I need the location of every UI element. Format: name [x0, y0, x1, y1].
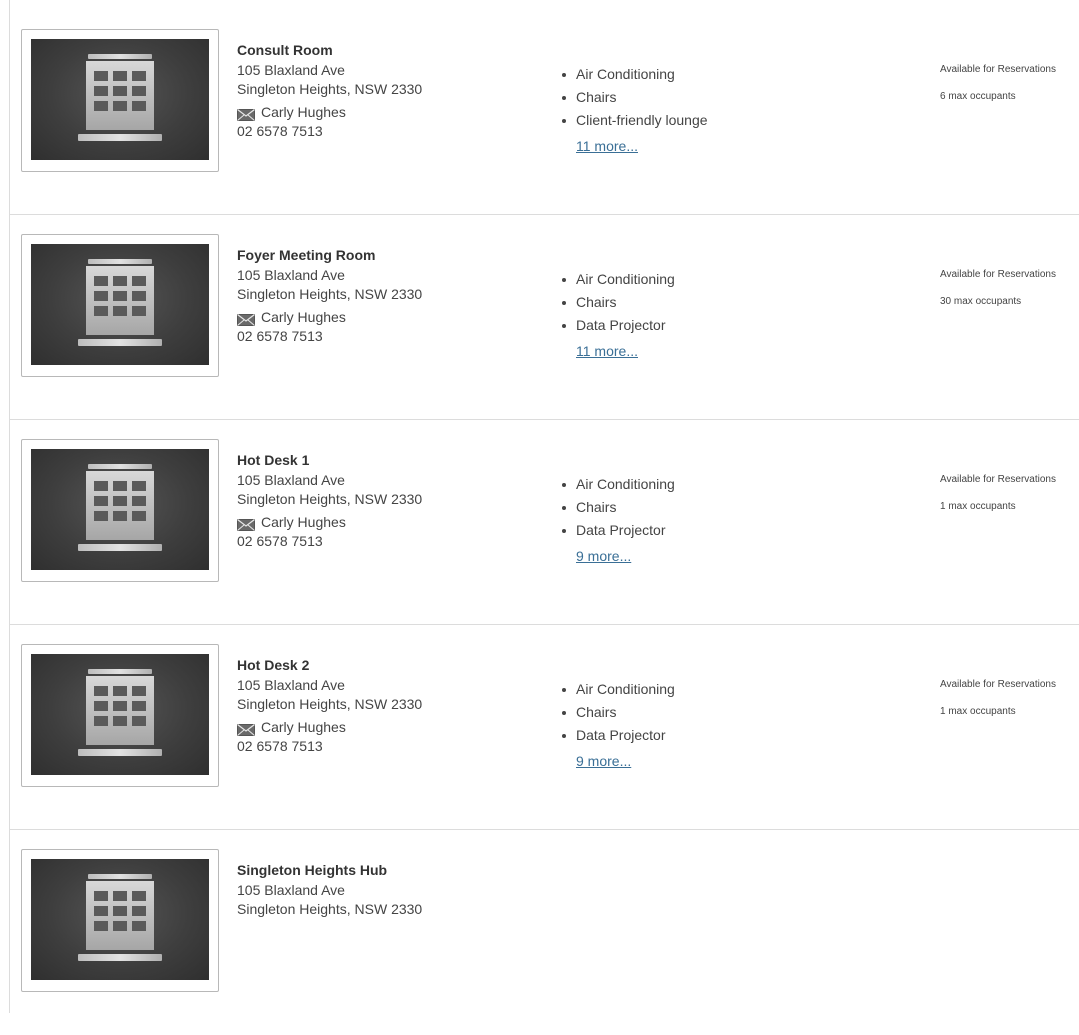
availability-info: Available for Reservations 1 max occupan… — [940, 473, 1056, 513]
contact-name[interactable]: Carly Hughes — [261, 718, 346, 737]
feature-item: Chairs — [560, 291, 675, 314]
feature-item: Data Projector — [560, 519, 675, 542]
feature-item: Chairs — [560, 496, 675, 519]
feature-item: Air Conditioning — [560, 473, 675, 496]
contact-phone: 02 6578 7513 — [237, 533, 323, 549]
features-list: Air Conditioning Chairs Client-friendly … — [560, 63, 708, 158]
features-list: Air Conditioning Chairs Data Projector 9… — [560, 473, 675, 568]
address-line-1: 105 Blaxland Ave — [237, 677, 345, 693]
room-title[interactable]: Hot Desk 1 — [237, 451, 537, 470]
max-occupants: 6 max occupants — [940, 91, 1016, 102]
room-thumbnail[interactable] — [21, 29, 219, 172]
room-thumbnail[interactable] — [21, 234, 219, 377]
address-line-2: Singleton Heights, NSW 2330 — [237, 901, 423, 917]
feature-item: Chairs — [560, 701, 675, 724]
address-line-2: Singleton Heights, NSW 2330 — [237, 81, 423, 97]
building-icon — [31, 244, 209, 365]
contact-phone: 02 6578 7513 — [237, 123, 323, 139]
room-thumbnail[interactable] — [21, 439, 219, 582]
address-line-1: 105 Blaxland Ave — [237, 472, 345, 488]
features-list: Air Conditioning Chairs Data Projector 9… — [560, 678, 675, 773]
availability-status: Available for Reservations — [940, 269, 1056, 280]
feature-item: Air Conditioning — [560, 268, 675, 291]
room-title[interactable]: Consult Room — [237, 41, 537, 60]
listing-item: Consult Room 105 Blaxland Ave Singleton … — [10, 10, 1079, 215]
more-features-link[interactable]: 11 more... — [576, 135, 638, 158]
building-icon — [31, 449, 209, 570]
contact-row[interactable]: Carly Hughes — [237, 513, 537, 532]
address-line-2: Singleton Heights, NSW 2330 — [237, 286, 423, 302]
mail-icon[interactable] — [237, 722, 255, 736]
listing-item: Hot Desk 1 105 Blaxland Ave Singleton He… — [10, 420, 1079, 625]
availability-status: Available for Reservations — [940, 474, 1056, 485]
listing-item: Foyer Meeting Room 105 Blaxland Ave Sing… — [10, 215, 1079, 420]
max-occupants: 1 max occupants — [940, 706, 1016, 717]
room-info: Hot Desk 2 105 Blaxland Ave Singleton He… — [237, 656, 537, 756]
room-info: Singleton Heights Hub 105 Blaxland Ave S… — [237, 861, 537, 919]
contact-row[interactable]: Carly Hughes — [237, 308, 537, 327]
mail-icon[interactable] — [237, 312, 255, 326]
address-line-1: 105 Blaxland Ave — [237, 267, 345, 283]
listing-item: Hot Desk 2 105 Blaxland Ave Singleton He… — [10, 625, 1079, 830]
availability-info: Available for Reservations 1 max occupan… — [940, 678, 1056, 718]
more-features-link[interactable]: 11 more... — [576, 340, 638, 363]
availability-info: Available for Reservations 6 max occupan… — [940, 63, 1056, 103]
building-icon — [31, 39, 209, 160]
listing-item: Singleton Heights Hub 105 Blaxland Ave S… — [10, 830, 1079, 1035]
feature-item: Client-friendly lounge — [560, 109, 708, 132]
address-line-1: 105 Blaxland Ave — [237, 62, 345, 78]
room-info: Hot Desk 1 105 Blaxland Ave Singleton He… — [237, 451, 537, 551]
availability-status: Available for Reservations — [940, 679, 1056, 690]
availability-info: Available for Reservations 30 max occupa… — [940, 268, 1056, 308]
address-line-2: Singleton Heights, NSW 2330 — [237, 491, 423, 507]
building-icon — [31, 654, 209, 775]
contact-name[interactable]: Carly Hughes — [261, 513, 346, 532]
room-info: Foyer Meeting Room 105 Blaxland Ave Sing… — [237, 246, 537, 346]
building-icon — [31, 859, 209, 980]
mail-icon[interactable] — [237, 517, 255, 531]
contact-phone: 02 6578 7513 — [237, 738, 323, 754]
contact-name[interactable]: Carly Hughes — [261, 103, 346, 122]
room-info: Consult Room 105 Blaxland Ave Singleton … — [237, 41, 537, 141]
contact-row[interactable]: Carly Hughes — [237, 718, 537, 737]
contact-phone: 02 6578 7513 — [237, 328, 323, 344]
address-line-1: 105 Blaxland Ave — [237, 882, 345, 898]
feature-item: Chairs — [560, 86, 708, 109]
contact-row[interactable]: Carly Hughes — [237, 103, 537, 122]
room-title[interactable]: Singleton Heights Hub — [237, 861, 537, 880]
room-thumbnail[interactable] — [21, 849, 219, 992]
address-line-2: Singleton Heights, NSW 2330 — [237, 696, 423, 712]
contact-name[interactable]: Carly Hughes — [261, 308, 346, 327]
feature-item: Data Projector — [560, 724, 675, 747]
mail-icon[interactable] — [237, 107, 255, 121]
more-features-link[interactable]: 9 more... — [576, 750, 631, 773]
feature-item: Data Projector — [560, 314, 675, 337]
room-title[interactable]: Hot Desk 2 — [237, 656, 537, 675]
feature-item: Air Conditioning — [560, 63, 708, 86]
feature-item: Air Conditioning — [560, 678, 675, 701]
more-features-link[interactable]: 9 more... — [576, 545, 631, 568]
room-thumbnail[interactable] — [21, 644, 219, 787]
availability-status: Available for Reservations — [940, 64, 1056, 75]
features-list: Air Conditioning Chairs Data Projector 1… — [560, 268, 675, 363]
room-title[interactable]: Foyer Meeting Room — [237, 246, 537, 265]
max-occupants: 30 max occupants — [940, 296, 1022, 307]
max-occupants: 1 max occupants — [940, 501, 1016, 512]
